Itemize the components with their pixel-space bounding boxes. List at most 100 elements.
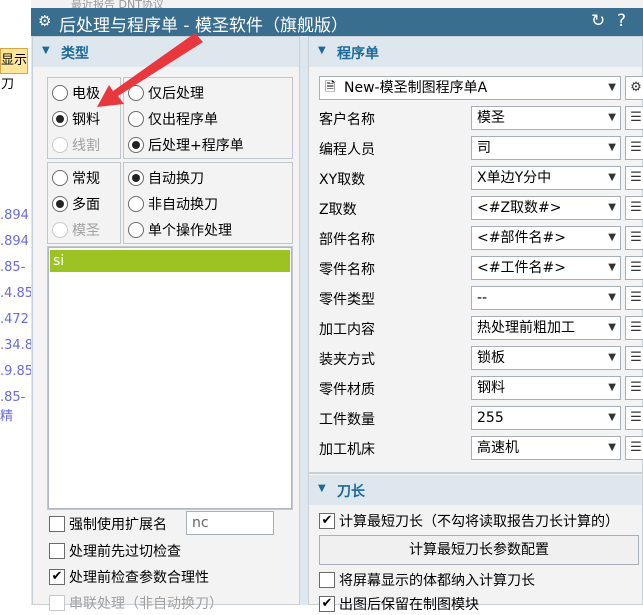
field-select[interactable]: 热处理前粗加工 ▼ <box>471 316 621 340</box>
radio-button[interactable] <box>128 170 144 186</box>
field-select[interactable]: X单边Y分中 ▼ <box>471 166 621 190</box>
field-label: 零件名称 <box>319 262 375 278</box>
background-value: .34.8 <box>0 338 34 353</box>
field-select[interactable]: <#部件名#> ▼ <box>471 226 621 250</box>
radio-g2r-1[interactable]: 非自动换刀 <box>128 193 218 215</box>
field-select[interactable]: <#Z取数#> ▼ <box>471 196 621 220</box>
field-list-icon[interactable]: ☰ <box>625 136 643 160</box>
keep-drawing-option[interactable]: ✔ 出图后保留在制图模块 <box>319 593 479 615</box>
program-sheet-panel: ▼ 程序单 🗎 New-模圣制图程序单A ▼ ⚙ 客户名称 模圣 ▼ ☰ 编程人员司 ▼ ☰ X… <box>308 36 643 473</box>
radio-g2l-0[interactable]: 常规 <box>52 167 100 189</box>
radio-label: 模圣 <box>72 223 100 239</box>
radio-g1l-1[interactable]: 钢料 <box>52 108 100 130</box>
screen-bodies-checkbox[interactable] <box>319 572 335 588</box>
radio-button[interactable] <box>52 170 68 186</box>
field-select[interactable]: 高速机 ▼ <box>471 436 621 460</box>
list-item[interactable]: si <box>50 250 290 272</box>
strategy-group: 常规多面模圣 <box>47 162 121 244</box>
field-list-icon[interactable]: ☰ <box>625 166 643 190</box>
checkbox[interactable] <box>49 595 65 611</box>
field-list-icon[interactable]: ☰ <box>625 376 643 400</box>
radio-label: 单个操作处理 <box>148 223 232 239</box>
radio-label: 仅出程序单 <box>148 112 218 128</box>
field-value: 高速机 <box>477 440 519 456</box>
radio-button <box>52 137 68 153</box>
field-value: 司 <box>477 140 491 156</box>
radio-button[interactable] <box>52 196 68 212</box>
template-select[interactable]: 🗎 New-模圣制图程序单A ▼ <box>319 76 621 100</box>
field-list-icon[interactable]: ☰ <box>625 286 643 310</box>
field-select[interactable]: 锁板 ▼ <box>471 346 621 370</box>
calc-shortest-checkbox[interactable]: ✔ <box>319 513 335 529</box>
screen-bodies-option[interactable]: 将屏幕显示的体都纳入计算刀长 <box>319 569 535 591</box>
operation-list[interactable]: si <box>48 247 292 509</box>
radio-g1r-2[interactable]: 后处理+程序单 <box>128 134 244 156</box>
chevron-down-icon: ▼ <box>608 322 616 333</box>
type-panel-header[interactable]: ▼ 类型 <box>33 37 299 67</box>
chevron-down-icon: ▼ <box>608 442 616 453</box>
tool-panel-header[interactable]: ▼ 刀长 <box>309 475 642 505</box>
checkbox[interactable]: ✔ <box>49 569 65 585</box>
field-list-icon[interactable]: ☰ <box>625 196 643 220</box>
field-list-icon[interactable]: ☰ <box>625 436 643 460</box>
title-bar: ⚙ 后处理与程序单 - 模圣软件（旗舰版） ↻ ? <box>31 8 643 36</box>
type-panel: ▼ 类型 电极 钢料 线割 仅后处理 仅出程序单 后处理+程序单 常规 多面 模圣 自动换刀… <box>32 36 300 612</box>
checkbox-label: 串联处理（非自动换刀） <box>69 596 223 612</box>
radio-g1r-1[interactable]: 仅出程序单 <box>128 108 218 130</box>
extension-input[interactable]: nc <box>186 511 274 535</box>
radio-g1r-0[interactable]: 仅后处理 <box>128 82 204 104</box>
radio-button[interactable] <box>128 85 144 101</box>
help-icon[interactable]: ? <box>617 11 626 31</box>
radio-g2r-0[interactable]: 自动换刀 <box>128 167 204 189</box>
field-list-icon[interactable]: ☰ <box>625 226 643 250</box>
background-value: .85-精 <box>0 390 26 424</box>
field-list-icon[interactable]: ☰ <box>625 316 643 340</box>
background-tab[interactable]: 显示刀 <box>0 48 28 92</box>
radio-g2l-1[interactable]: 多面 <box>52 193 100 215</box>
shortest-config-button[interactable]: 计算最短刀长参数配置 <box>319 535 639 565</box>
radio-button[interactable] <box>128 137 144 153</box>
field-select[interactable]: <#工件名#> ▼ <box>471 256 621 280</box>
field-list-icon[interactable]: ☰ <box>625 406 643 430</box>
radio-button[interactable] <box>128 196 144 212</box>
radio-g2r-2[interactable]: 单个操作处理 <box>128 219 232 241</box>
field-value: 模圣 <box>477 110 505 126</box>
chevron-down-icon: ▼ <box>608 382 616 393</box>
radio-g1l-0[interactable]: 电极 <box>52 82 100 104</box>
chevron-down-icon: ▼ <box>608 202 616 213</box>
keep-drawing-checkbox[interactable]: ✔ <box>319 596 335 612</box>
background-value: .9.85 <box>0 364 34 379</box>
radio-button <box>52 222 68 238</box>
radio-g2l-2: 模圣 <box>52 219 100 241</box>
force-extension-checkbox[interactable] <box>49 516 65 532</box>
radio-button[interactable] <box>128 111 144 127</box>
field-list-icon[interactable]: ☰ <box>625 256 643 280</box>
check-option-0[interactable]: 处理前先过切检查 <box>49 540 181 562</box>
program-panel-header[interactable]: ▼ 程序单 <box>309 37 642 67</box>
field-select[interactable]: -- ▼ <box>471 286 621 310</box>
chevron-down-icon: ▼ <box>608 232 616 243</box>
background-value: .472 <box>0 312 29 327</box>
field-select[interactable]: 模圣 ▼ <box>471 106 621 130</box>
field-select[interactable]: 钢料 ▼ <box>471 376 621 400</box>
radio-button[interactable] <box>52 85 68 101</box>
radio-button[interactable] <box>52 111 68 127</box>
template-settings-icon[interactable]: ⚙ <box>625 76 643 100</box>
checkbox[interactable] <box>49 543 65 559</box>
dialog-body: ▼ 类型 电极 钢料 线割 仅后处理 仅出程序单 后处理+程序单 常规 多面 模圣 自动换刀… <box>31 36 643 613</box>
check-option-1[interactable]: ✔ 处理前检查参数合理性 <box>49 566 209 588</box>
background-value: .894 <box>0 234 29 249</box>
field-list-icon[interactable]: ☰ <box>625 106 643 130</box>
radio-button[interactable] <box>128 222 144 238</box>
field-list-icon[interactable]: ☰ <box>625 346 643 370</box>
check-option-2[interactable]: 串联处理（非自动换刀） <box>49 592 223 614</box>
field-select[interactable]: 司 ▼ <box>471 136 621 160</box>
refresh-icon[interactable]: ↻ <box>591 11 605 31</box>
radio-label: 非自动换刀 <box>148 197 218 213</box>
field-value: 钢料 <box>477 380 505 396</box>
calc-shortest-option[interactable]: ✔ 计算最短刀长（不勾将读取报告刀长计算的） <box>319 510 619 532</box>
force-extension-option[interactable]: 强制使用扩展名 <box>49 513 167 535</box>
field-value: -- <box>477 290 488 306</box>
chevron-down-icon: ▼ <box>608 172 616 183</box>
field-select[interactable]: 255 ▼ <box>471 406 621 430</box>
